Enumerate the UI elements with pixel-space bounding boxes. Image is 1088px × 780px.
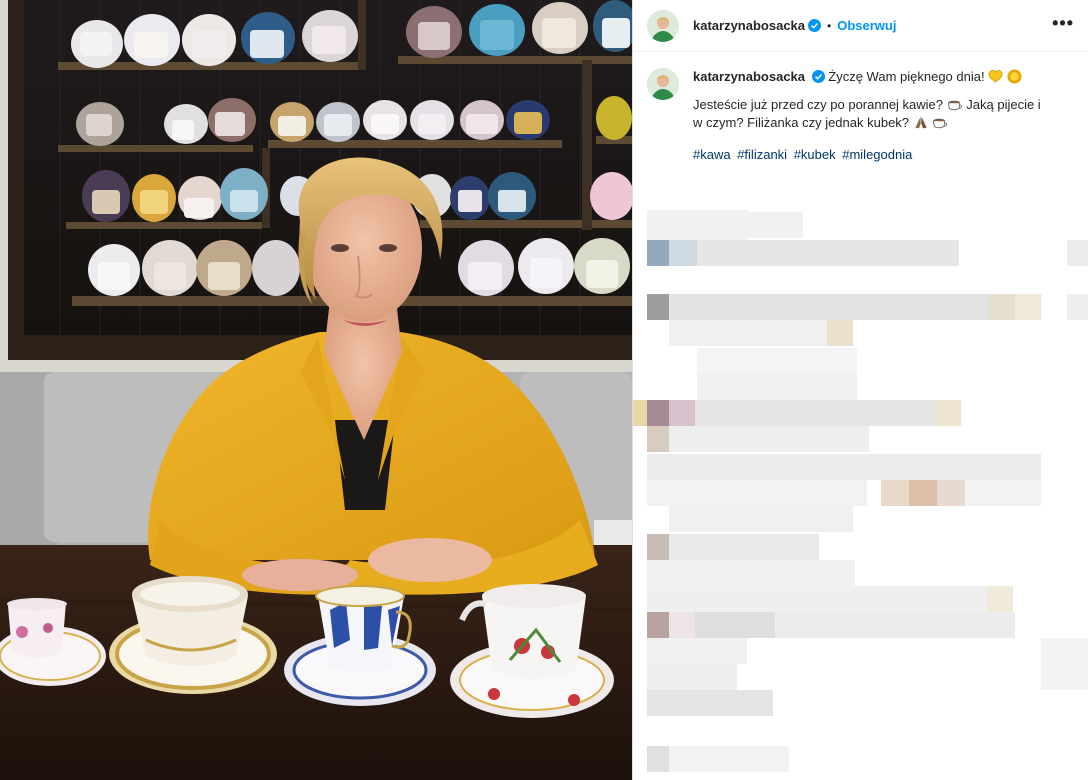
post-image [0,0,632,780]
hashtag-link[interactable]: #filizanki [737,147,787,162]
follow-button[interactable]: Obserwuj [837,18,896,33]
avatar-image [647,9,679,42]
verified-badge-icon [808,19,822,32]
post-header: katarzynabosacka • Obserwuj ••• [633,0,1088,52]
hashtags: #kawa #filizanki #kubek #milegodnia [693,146,1053,164]
hashtag-link[interactable]: #milegodnia [842,147,912,162]
caption-username[interactable]: katarzynabosacka [693,69,805,84]
caption-greeting: Życzę Wam pięknego dnia! [828,69,989,84]
caption-avatar[interactable] [647,68,679,100]
header-username[interactable]: katarzynabosacka [693,18,805,33]
caption-text: katarzynabosacka Życzę Wam pięknego dnia… [693,68,1053,164]
separator-dot: • [827,18,832,33]
avatar[interactable] [647,9,679,42]
folded-hands-icon [915,116,927,129]
post-caption: katarzynabosacka Życzę Wam pięknego dnia… [633,52,1088,164]
caption-line-1: Jesteście już przed czy po porannej kawi… [693,97,947,112]
post-sidebar: katarzynabosacka • Obserwuj ••• katarzyn… [632,0,1088,780]
yellow-heart-icon [988,70,1003,83]
more-options-icon[interactable]: ••• [1052,14,1074,34]
obscured-comments [633,190,1088,780]
hashtag-link[interactable]: #kawa [693,147,731,162]
coffee-cup-icon [933,118,948,129]
hashtag-link[interactable]: #kubek [794,147,836,162]
avatar-image [647,68,679,100]
sun-icon [1007,69,1022,84]
post-photo[interactable] [0,0,632,780]
coffee-cup-icon [947,100,962,111]
verified-badge-icon [811,70,825,83]
